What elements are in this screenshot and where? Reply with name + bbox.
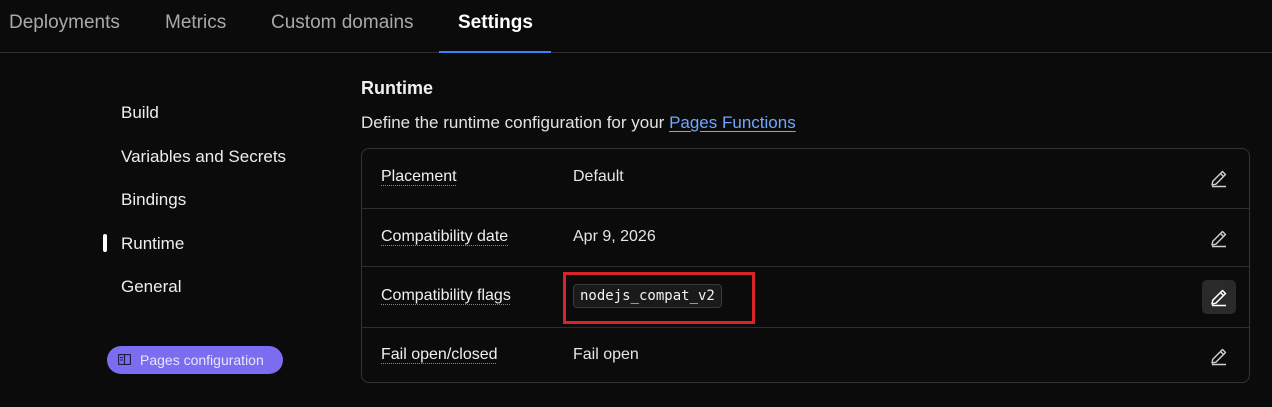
edit-compatibility-flags-button[interactable] bbox=[1202, 280, 1236, 314]
compatibility-date-label[interactable]: Compatibility date bbox=[381, 228, 508, 246]
fail-open-closed-value: Fail open bbox=[573, 346, 639, 363]
fail-open-closed-label[interactable]: Fail open/closed bbox=[381, 346, 498, 364]
pages-configuration-label: Pages configuration bbox=[140, 352, 264, 368]
compatibility-flags-label[interactable]: Compatibility flags bbox=[381, 287, 511, 305]
tab-bar: Deployments Metrics Custom domains Setti… bbox=[0, 0, 1272, 53]
sidebar-item-runtime[interactable]: Runtime bbox=[121, 234, 184, 254]
placement-label[interactable]: Placement bbox=[381, 168, 457, 186]
pencil-icon bbox=[1211, 230, 1227, 248]
settings-row-compatibility-flags: Compatibility flags nodejs_compat_v2 bbox=[362, 266, 1249, 327]
pencil-icon bbox=[1211, 170, 1227, 188]
pages-functions-link[interactable]: Pages Functions bbox=[669, 113, 796, 132]
tab-custom-domains[interactable]: Custom domains bbox=[271, 0, 414, 53]
pencil-icon bbox=[1211, 289, 1227, 307]
sidebar-item-general[interactable]: General bbox=[121, 277, 181, 297]
active-tab-indicator bbox=[439, 51, 551, 53]
compatibility-date-value: Apr 9, 2026 bbox=[573, 228, 656, 245]
settings-row-fail-open-closed: Fail open/closed Fail open bbox=[362, 327, 1249, 382]
sidebar-item-variables-and-secrets[interactable]: Variables and Secrets bbox=[121, 147, 286, 167]
sidebar-item-build[interactable]: Build bbox=[121, 103, 159, 123]
pages-configuration-button[interactable]: Pages configuration bbox=[107, 346, 283, 374]
runtime-settings-card: Placement Default Compatibility date Apr… bbox=[361, 148, 1250, 383]
edit-placement-button[interactable] bbox=[1202, 161, 1236, 195]
tab-deployments[interactable]: Deployments bbox=[9, 0, 120, 53]
edit-compatibility-date-button[interactable] bbox=[1202, 221, 1236, 255]
edit-fail-open-closed-button[interactable] bbox=[1202, 339, 1236, 373]
settings-row-placement: Placement Default bbox=[362, 149, 1249, 208]
settings-row-compatibility-date: Compatibility date Apr 9, 2026 bbox=[362, 208, 1249, 266]
section-description-text: Define the runtime configuration for you… bbox=[361, 113, 670, 132]
placement-value: Default bbox=[573, 168, 624, 185]
section-title: Runtime bbox=[361, 78, 433, 98]
sidebar-item-bindings[interactable]: Bindings bbox=[121, 190, 186, 210]
pencil-icon bbox=[1211, 348, 1227, 366]
book-icon bbox=[118, 354, 131, 365]
section-description: Define the runtime configuration for you… bbox=[361, 113, 796, 133]
tab-metrics[interactable]: Metrics bbox=[165, 0, 226, 53]
highlight-annotation bbox=[563, 272, 755, 324]
active-nav-indicator bbox=[103, 234, 107, 252]
tab-settings[interactable]: Settings bbox=[458, 0, 533, 53]
